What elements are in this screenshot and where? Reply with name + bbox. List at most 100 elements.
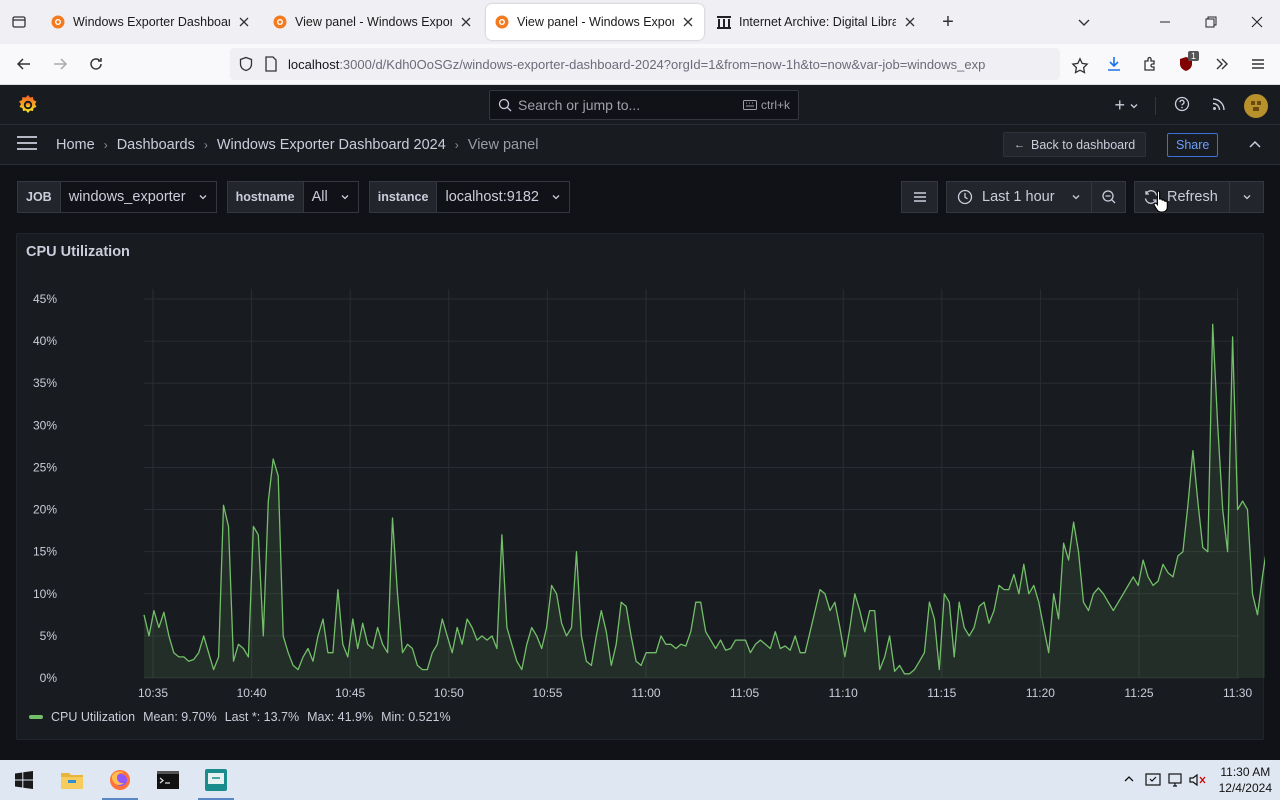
- tab-title: View panel - Windows Exporter: [295, 15, 452, 29]
- close-icon: [461, 17, 471, 27]
- chevron-down-icon: [1072, 195, 1080, 200]
- url-bar[interactable]: localhost:3000/d/Kdh0OoSGz/windows-expor…: [230, 48, 1060, 80]
- restore-button[interactable]: [1188, 0, 1234, 44]
- news-button[interactable]: [1208, 91, 1230, 120]
- plus-icon: +: [1114, 95, 1125, 115]
- user-avatar[interactable]: [1244, 93, 1268, 118]
- window-controls: [1064, 0, 1280, 44]
- forward-button[interactable]: [42, 46, 78, 82]
- x-tick-label: 11:15: [927, 686, 956, 700]
- legend-series-name[interactable]: CPU Utilization: [51, 710, 135, 724]
- refresh-button[interactable]: Refresh: [1134, 181, 1230, 213]
- cpu-utilization-panel[interactable]: 0% 5% 10% 15% 20% 25% 30% 35% 40% 45% 10:35 10:40 10…: [16, 233, 1265, 741]
- zoom-out-icon: [1101, 190, 1115, 204]
- toolbar-right: 1: [1096, 46, 1280, 82]
- refresh-interval-button[interactable]: [1230, 181, 1264, 213]
- more-tools-button[interactable]: [1204, 46, 1240, 82]
- cpu-utilization-chart[interactable]: 0% 5% 10% 15% 20% 25% 30% 35% 40% 45% 10:35 10:40 10…: [17, 234, 1265, 741]
- chart-legend[interactable]: CPU Utilization Mean: 9.70% Last *: 13.7…: [29, 710, 459, 724]
- chevron-down-icon: [1130, 103, 1138, 108]
- tab-close-button[interactable]: [236, 14, 252, 30]
- mega-menu-button[interactable]: [16, 135, 44, 154]
- ublock-button[interactable]: 1: [1168, 46, 1204, 82]
- chevron-down-icon: [1243, 195, 1250, 200]
- system-tray: 11:30 AM 12/4/2024: [1119, 760, 1272, 800]
- taskbar-file-explorer[interactable]: [48, 760, 96, 800]
- close-window-button[interactable]: [1234, 0, 1280, 44]
- clock-time: 11:30 AM: [1220, 765, 1271, 779]
- tab-close-button[interactable]: [902, 14, 918, 30]
- restore-icon: [1205, 16, 1217, 28]
- breadcrumb-item-1[interactable]: Dashboards: [117, 137, 195, 153]
- downloads-button[interactable]: [1096, 46, 1132, 82]
- url-path: :3000/d/Kdh0OoSGz/windows-exporter-dashb…: [339, 56, 986, 72]
- tab-close-button[interactable]: [458, 14, 474, 30]
- legend-swatch: [29, 715, 43, 719]
- double-chevron-right-icon: [1216, 58, 1228, 70]
- variable-select[interactable]: windows_exporter: [60, 181, 217, 213]
- browser-tab-3[interactable]: Internet Archive: Digital Library: [708, 4, 926, 40]
- bookmark-button[interactable]: [1062, 48, 1098, 84]
- variable-select[interactable]: localhost:9182: [437, 181, 570, 213]
- network-icon[interactable]: [1167, 772, 1183, 788]
- tab-close-button[interactable]: [680, 14, 696, 30]
- menu-icon: [1252, 59, 1264, 69]
- security-tray-icon[interactable]: [1145, 772, 1161, 788]
- new-tab-button[interactable]: +: [930, 4, 966, 40]
- share-button[interactable]: Share: [1167, 133, 1219, 157]
- search-input[interactable]: Search or jump to... ctrl+k: [489, 90, 799, 120]
- breadcrumb-item-0[interactable]: Home: [56, 137, 95, 153]
- app-menu-button[interactable]: [1240, 46, 1276, 82]
- chevron-up-icon: [1124, 775, 1134, 781]
- variable-value: windows_exporter: [68, 189, 186, 205]
- taskbar-terminal[interactable]: [144, 760, 192, 800]
- browser-tab-1[interactable]: View panel - Windows Exporter: [264, 4, 482, 40]
- browser-tab-0[interactable]: Windows Exporter Dashboard 2: [42, 4, 260, 40]
- zoom-out-button[interactable]: [1092, 181, 1126, 213]
- legend-last: Last *: 13.7%: [224, 710, 300, 724]
- taskbar-remote-app[interactable]: [192, 760, 240, 800]
- chevron-down-icon: [552, 195, 560, 200]
- collapse-header-button[interactable]: [1245, 135, 1265, 155]
- chevron-down-icon: [1078, 19, 1090, 26]
- variable-label: hostname: [226, 181, 304, 213]
- variable-hostname: hostname All: [226, 181, 359, 213]
- x-tick-label: 10:35: [138, 686, 168, 700]
- list-all-tabs-button[interactable]: [1064, 0, 1104, 44]
- star-icon: [1071, 57, 1089, 74]
- arrow-left-icon: ←: [1014, 138, 1025, 151]
- tab-list-button[interactable]: [0, 0, 38, 44]
- volume-muted-icon[interactable]: [1189, 772, 1207, 788]
- new-menu-button[interactable]: +: [1112, 89, 1141, 122]
- browser-tab-2[interactable]: View panel - Windows Exporter: [486, 4, 704, 40]
- extensions-button[interactable]: [1132, 46, 1168, 82]
- back-to-dashboard-button[interactable]: ← Back to dashboard: [1003, 132, 1147, 157]
- clock-icon: [957, 189, 973, 205]
- show-hidden-icons-button[interactable]: [1119, 773, 1139, 788]
- time-range-button[interactable]: Last 1 hour: [946, 181, 1092, 213]
- variable-select[interactable]: All: [303, 181, 359, 213]
- start-button[interactable]: [0, 760, 48, 800]
- back-to-dashboard-label: Back to dashboard: [1031, 137, 1136, 152]
- grafana-logo-icon[interactable]: [16, 93, 40, 117]
- y-tick-label: 10%: [33, 587, 57, 601]
- grafana-icon: [495, 15, 509, 29]
- taskbar-firefox[interactable]: [96, 760, 144, 800]
- mouse-pointer-icon: [1153, 190, 1168, 213]
- arrow-left-icon: [16, 58, 30, 70]
- view-mode-button[interactable]: [901, 181, 938, 213]
- grafana-icon: [273, 15, 287, 29]
- breadcrumb-item-2[interactable]: Windows Exporter Dashboard 2024: [217, 137, 446, 153]
- back-button[interactable]: [6, 46, 42, 82]
- reload-button[interactable]: [78, 46, 114, 82]
- x-tick-label: 10:45: [335, 686, 365, 700]
- minimize-icon: [1160, 21, 1170, 23]
- variable-value: All: [311, 189, 328, 205]
- breadcrumb-item-3: View panel: [467, 136, 539, 153]
- browser-tab-strip: Windows Exporter Dashboard 2 View panel -…: [0, 0, 1280, 44]
- help-button[interactable]: [1170, 90, 1194, 121]
- variable-label: instance: [368, 181, 438, 213]
- taskbar-clock[interactable]: 11:30 AM 12/4/2024: [1219, 764, 1272, 796]
- minimize-button[interactable]: [1142, 0, 1188, 44]
- search-icon: [498, 98, 512, 112]
